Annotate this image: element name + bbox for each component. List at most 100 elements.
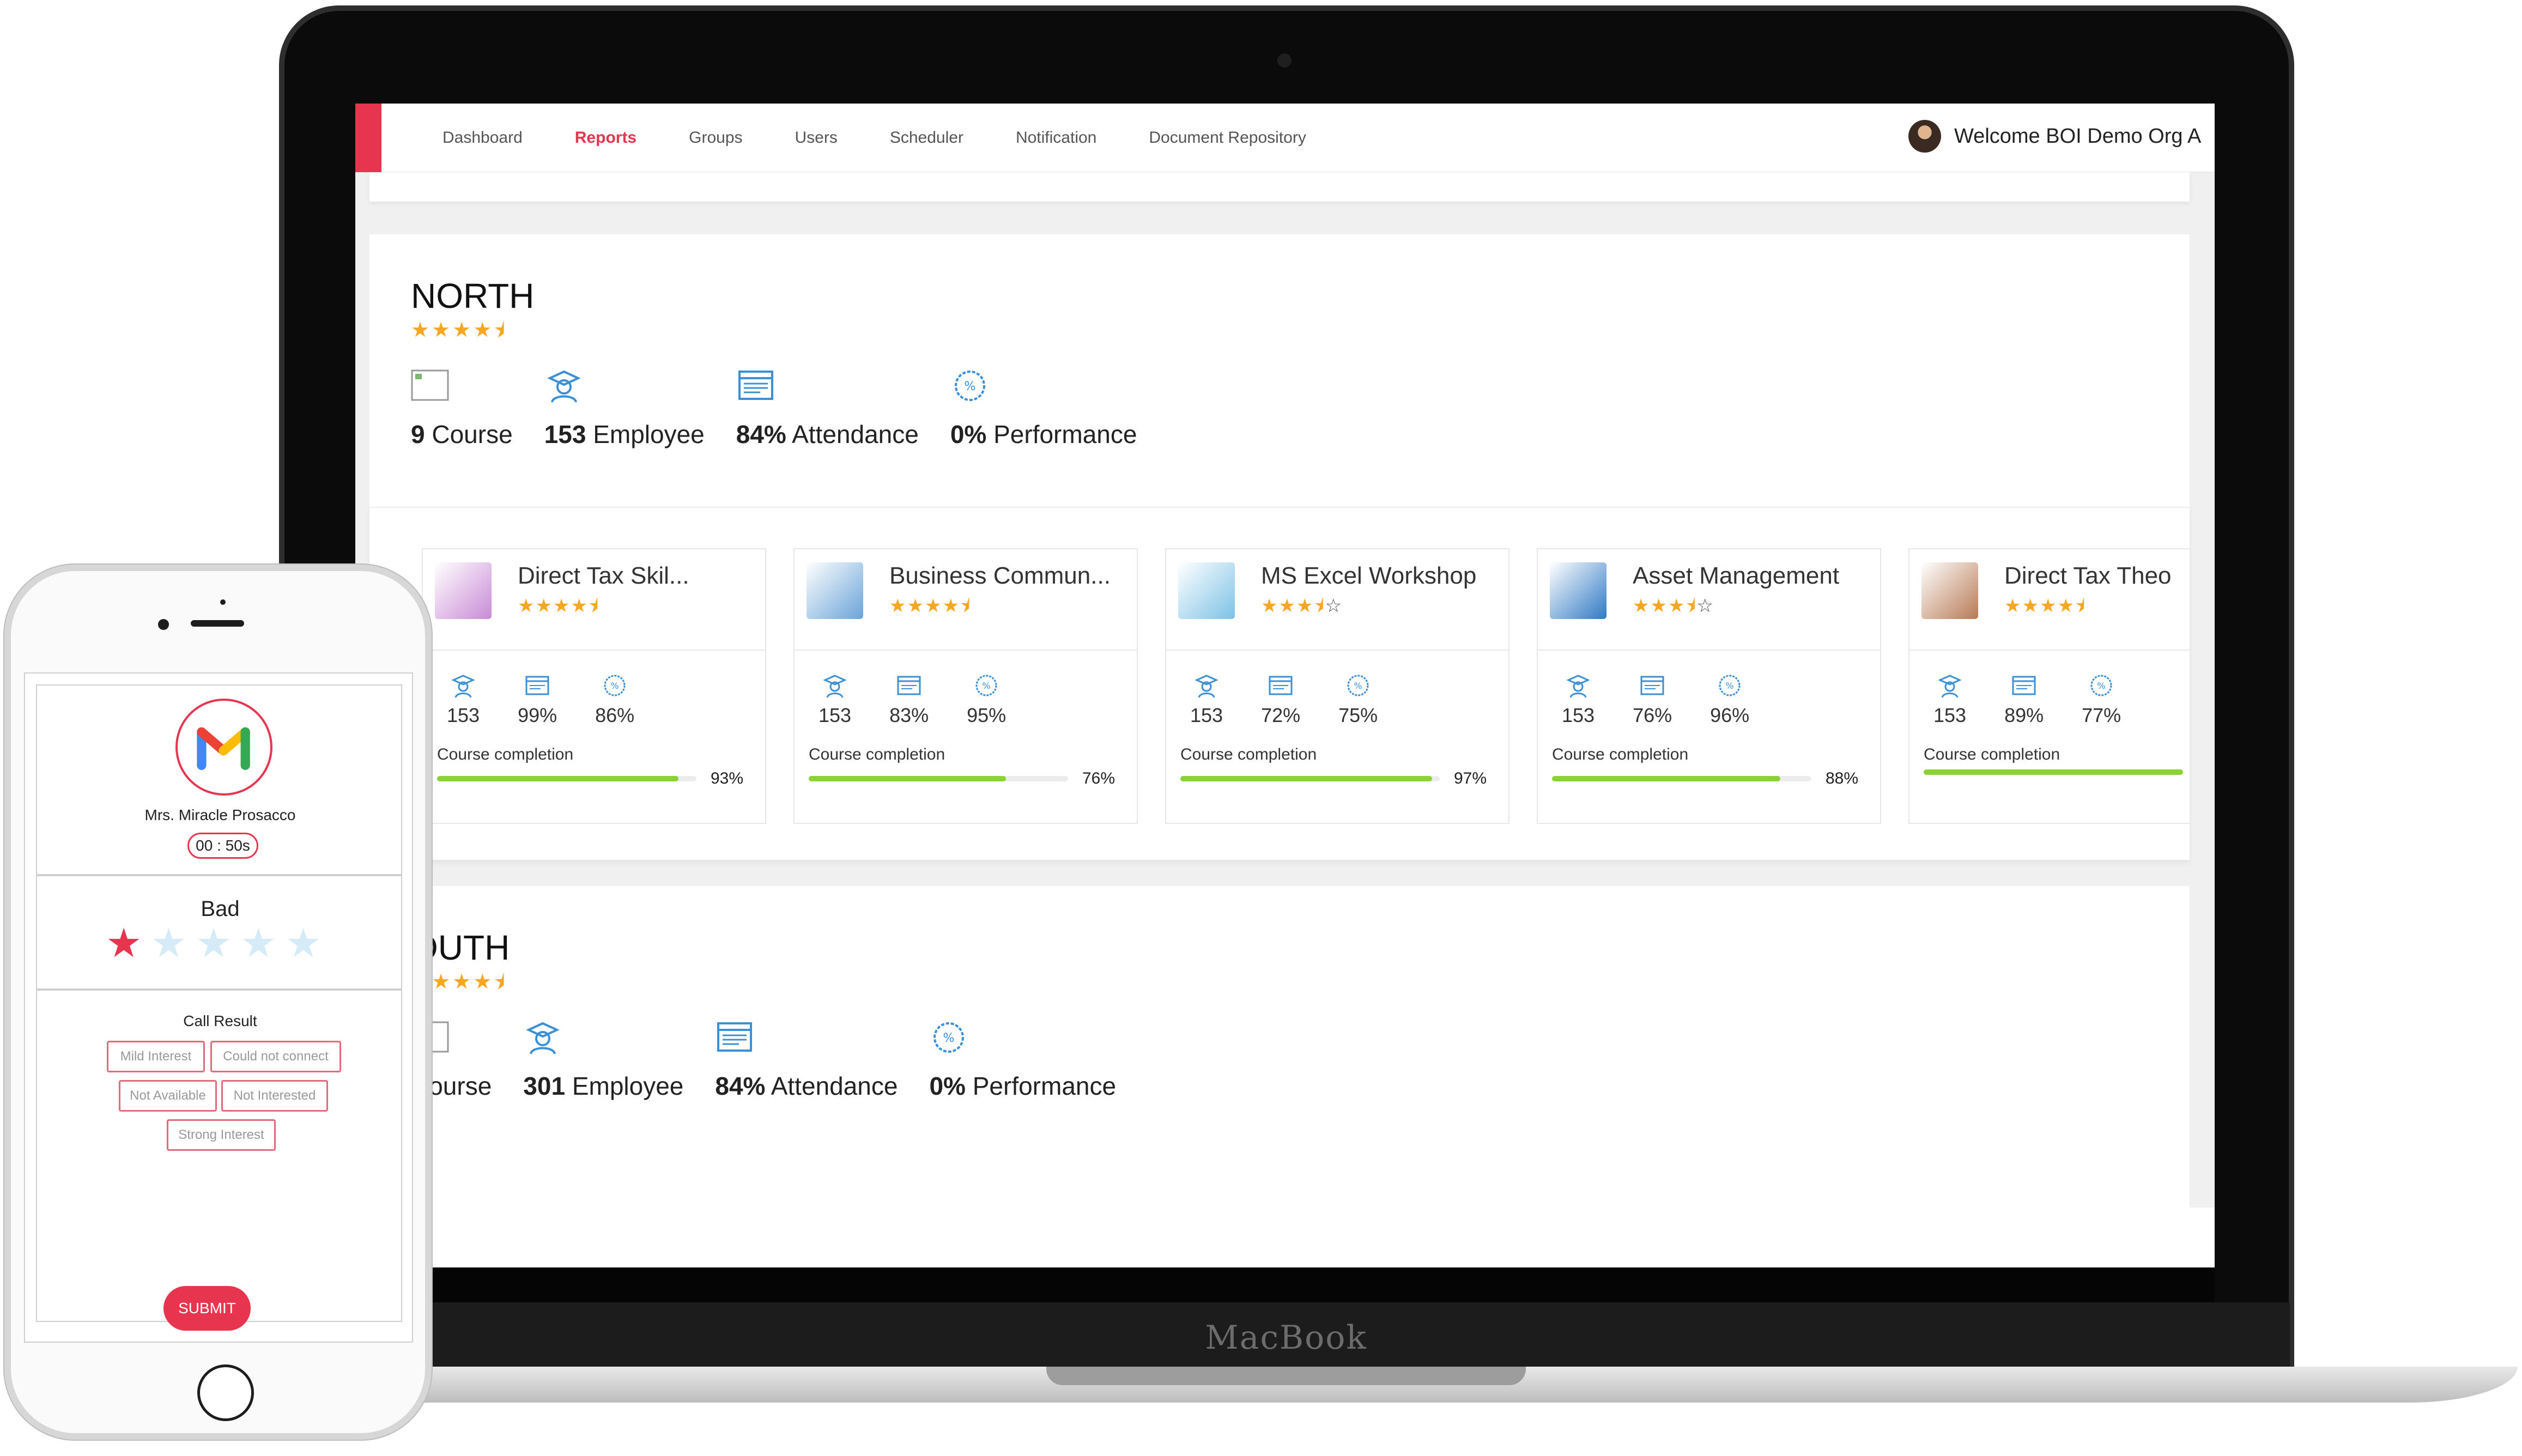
welcome-text: Welcome BOI Demo Org A (1954, 124, 2202, 148)
star-full-icon: ★ (889, 596, 906, 616)
employees-value: 153 (1933, 704, 1967, 726)
percent-badge-icon: % (2082, 672, 2121, 699)
nav-groups[interactable]: Groups (689, 129, 742, 147)
course-card[interactable]: Asset Management ★ ★ ★ ⯨ ☆ 153 76%% 96% Course co… (1537, 548, 1881, 824)
course-thumbnail (1550, 562, 1606, 619)
star-full-icon: ★ (535, 596, 552, 616)
top-navigation-bar: Dashboard Reports Groups Users Scheduler… (355, 104, 2215, 172)
attendance-value: 99% (518, 704, 557, 726)
rating-stars[interactable]: ★ ★ ★ ★ ★ (106, 923, 322, 963)
region-rating: ★★★★⯨ (411, 971, 2190, 993)
course-cards-strip: Direct Tax Skil... ★ ★ ★ ★ ⯨ 153 99%% 86% Course … (369, 507, 2190, 860)
course-card-header: Business Commun... ★ ★ ★ ★ ⯨ (795, 549, 1137, 651)
completion-label: Course completion (437, 745, 574, 763)
course-rating: ★ ★ ★ ⯨ ☆ (1633, 595, 1839, 617)
nav-users[interactable]: Users (795, 129, 838, 147)
nav-dashboard[interactable]: Dashboard (442, 129, 523, 147)
performance-value: 86% (595, 704, 635, 726)
course-card-body: 153 76%% 96% Course completion 88% (1538, 651, 1880, 788)
course-performance: % 95% (967, 672, 1006, 727)
employee-count: 301 (523, 1072, 566, 1100)
course-attendance: 83% (889, 672, 929, 727)
employees-value: 153 (1190, 704, 1223, 726)
course-stats: 153 99%% 86% (437, 672, 765, 727)
chip-not-available[interactable]: Not Available (119, 1080, 217, 1112)
nav-document-repository[interactable]: Document Repository (1149, 129, 1306, 147)
completion-label: Course completion (1552, 745, 1689, 763)
employee-label: Employee (572, 1072, 684, 1100)
completion-label: Course completion (1180, 745, 1317, 763)
course-rating: ★ ★ ★ ⯨ ☆ (1261, 595, 1476, 617)
performance-value: 75% (1338, 704, 1378, 726)
completion-bar-fill (1552, 776, 1780, 781)
svg-text:%: % (983, 681, 991, 691)
star-full-icon: ★ (553, 596, 570, 616)
stat-attendance: 84% Attendance (715, 1018, 898, 1101)
completion-label: Course completion (1924, 745, 2060, 763)
region-north: NORTH ★ ★ ★ ★ ⯨ 9 Course 153 Employee 84% At… (369, 234, 2190, 507)
course-card-header: MS Excel Workshop ★ ★ ★ ⯨ ☆ (1166, 549, 1508, 651)
attendance-icon (889, 672, 929, 699)
chip-strong-interest[interactable]: Strong Interest (167, 1119, 276, 1151)
rating-star-icon[interactable]: ★ (196, 923, 232, 963)
course-card[interactable]: Direct Tax Theo ★ ★ ★ ★ ⯨ 153 89%% 77% Course com… (1908, 548, 2190, 824)
stat-attendance: 84% Attendance (736, 366, 919, 449)
rating-star-icon[interactable]: ★ (240, 923, 276, 963)
region-title: NORTH (411, 276, 535, 316)
performance-label: Performance (972, 1072, 1117, 1100)
course-card[interactable]: Direct Tax Skil... ★ ★ ★ ★ ⯨ 153 99%% 86% Course … (422, 548, 766, 824)
course-title: Direct Tax Skil... (518, 562, 689, 589)
stat-performance: % 0% Performance (929, 1018, 1116, 1101)
star-full-icon: ★ (452, 319, 471, 342)
phone-sensor (220, 599, 226, 605)
rating-star-icon[interactable]: ★ (106, 923, 142, 963)
region-stats: Course 301 Employee 84% Attendance % 0% … (411, 1018, 2190, 1101)
laptop-camera (1277, 53, 1292, 68)
attendance-label: Attendance (771, 1072, 898, 1100)
nav-reports[interactable]: Reports (575, 129, 636, 147)
attendance-icon (1261, 672, 1300, 699)
course-performance: % 86% (595, 672, 634, 727)
screen-blank-area (355, 1208, 2215, 1267)
nav-scheduler[interactable]: Scheduler (890, 129, 963, 147)
course-title: Asset Management (1633, 562, 1840, 589)
course-count: 9 (411, 420, 425, 448)
star-full-icon: ★ (2022, 596, 2039, 616)
rating-star-icon[interactable]: ★ (150, 923, 186, 963)
course-title: Business Commun... (889, 562, 1111, 589)
course-card[interactable]: MS Excel Workshop ★ ★ ★ ⯨ ☆ 153 72%% 75% Course c… (1165, 548, 1509, 824)
user-menu[interactable]: Welcome BOI Demo Org A (1908, 120, 2201, 153)
course-card-body: 153 99%% 86% Course completion 93% (423, 651, 765, 788)
svg-text:%: % (2097, 681, 2106, 691)
attendance-value: 83% (889, 704, 929, 726)
completion-bar (1180, 776, 1440, 781)
course-card[interactable]: Business Commun... ★ ★ ★ ★ ⯨ 153 83%% 95% Course … (793, 548, 1138, 824)
chip-could-not-connect[interactable]: Could not connect (210, 1041, 341, 1072)
stat-employee: 301 Employee (523, 1018, 683, 1101)
completion-bar (1924, 769, 2183, 775)
phone-home-button[interactable] (197, 1364, 254, 1421)
chip-mild-interest[interactable]: Mild Interest (107, 1041, 205, 1072)
device-brand-label: MacBook (1205, 1319, 1367, 1357)
chip-not-interested[interactable]: Not Interested (221, 1080, 328, 1112)
star-full-icon: ★ (2004, 596, 2021, 616)
broken-image-icon (411, 369, 449, 401)
star-full-icon: ★ (473, 319, 492, 342)
submit-button[interactable]: SUBMIT (163, 1286, 251, 1331)
nav-notification[interactable]: Notification (1016, 129, 1096, 147)
star-full-icon: ★ (2039, 596, 2057, 616)
previous-panel-edge (369, 172, 2190, 202)
attendance-value: 76% (1633, 704, 1672, 726)
attendance-icon (1633, 672, 1672, 699)
completion-bar (809, 776, 1068, 781)
rating-star-icon[interactable]: ★ (285, 923, 321, 963)
phone-camera (158, 619, 169, 630)
course-stats: 153 89%% 77% (1924, 672, 2190, 727)
completion-bar-fill (1924, 769, 2183, 775)
course-employees: 153 (819, 672, 851, 727)
attendance-icon (2004, 672, 2044, 699)
star-full-icon: ★ (942, 596, 959, 616)
star-full-icon: ★ (518, 596, 535, 616)
star-half-icon: ⯨ (494, 318, 505, 342)
call-rating-card: Bad ★ ★ ★ ★ ★ (36, 875, 402, 990)
